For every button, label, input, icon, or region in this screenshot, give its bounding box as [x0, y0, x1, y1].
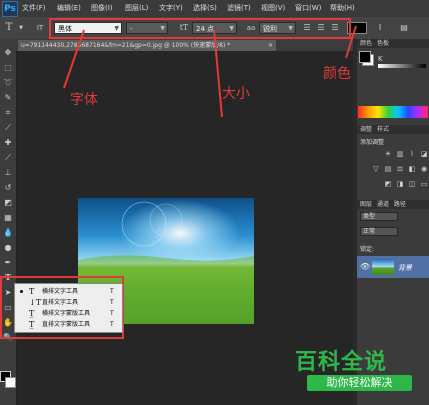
watermark-subtitle: 助你轻松解决 — [307, 375, 412, 391]
annotation-color: 颜色 — [323, 66, 351, 82]
watermark-title: 百科全说 — [295, 350, 388, 375]
watermark: 百科全说 助你轻松解决 — [289, 344, 414, 396]
annotation-font: 字体 — [70, 92, 98, 108]
annotation-size: 大小 — [222, 86, 250, 102]
